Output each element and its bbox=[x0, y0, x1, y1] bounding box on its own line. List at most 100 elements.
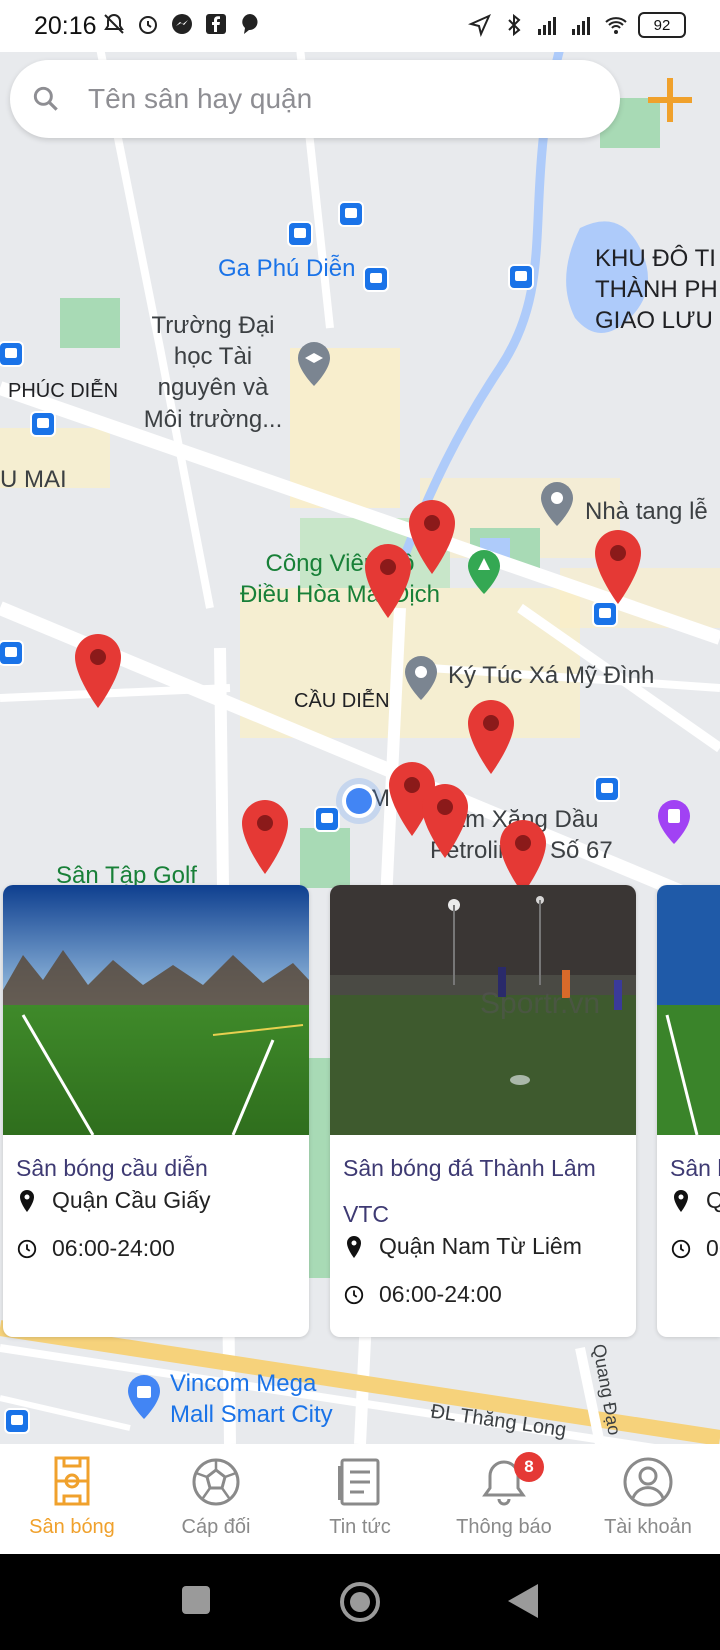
mute-icon bbox=[104, 13, 124, 34]
bus-stop-icon[interactable] bbox=[32, 413, 54, 435]
field-photo: Sportr.vn bbox=[330, 885, 636, 1135]
search-input[interactable] bbox=[86, 82, 610, 116]
card-hours-row: 06:00-24:00 bbox=[16, 1235, 175, 1262]
chat-bubble-icon bbox=[242, 14, 258, 34]
card-district: Quận Nam Từ Liêm bbox=[379, 1233, 582, 1259]
clock-icon bbox=[671, 1239, 691, 1258]
map-label-phuc-dien: PHÚC DIỄN bbox=[8, 380, 119, 402]
map-label-nha-tang-le: Nhà tang lễ bbox=[585, 498, 708, 525]
field-pin-icon[interactable] bbox=[407, 498, 457, 576]
add-field-button[interactable] bbox=[640, 70, 700, 130]
field-icon bbox=[54, 1456, 90, 1506]
news-icon bbox=[338, 1458, 380, 1506]
bus-stop-icon[interactable] bbox=[365, 268, 387, 290]
photo-watermark: Sportr.vn bbox=[480, 987, 600, 1020]
soccer-ball-icon bbox=[192, 1458, 240, 1506]
location-pin-icon bbox=[347, 1235, 361, 1258]
search-icon bbox=[33, 86, 58, 111]
bus-stop-icon[interactable] bbox=[340, 203, 362, 225]
shopping-marker-icon[interactable] bbox=[125, 1373, 163, 1421]
card-district: Quận Cầu Giấy bbox=[52, 1187, 211, 1213]
field-pin-icon[interactable] bbox=[593, 528, 643, 606]
place-marker-icon[interactable] bbox=[538, 480, 576, 528]
bus-stop-icon[interactable] bbox=[316, 808, 338, 830]
card-hours: 06:00-24:00 bbox=[379, 1281, 502, 1307]
system-icons: 92 bbox=[468, 12, 686, 38]
nav-label: Tài khoản bbox=[604, 1516, 692, 1538]
map-label-ga-phu-dien: Ga Phú Diễn bbox=[218, 255, 356, 282]
status-bar: 20:16 92 bbox=[0, 0, 720, 52]
wifi-icon bbox=[605, 17, 627, 34]
search-bar[interactable] bbox=[10, 60, 620, 138]
messenger-icon bbox=[172, 14, 192, 34]
card-title: Sân bóng đá Thành Lâm VTC bbox=[343, 1155, 596, 1227]
system-navigation-bar bbox=[0, 1554, 720, 1650]
bus-stop-icon[interactable] bbox=[0, 642, 22, 664]
home-button[interactable] bbox=[338, 1580, 382, 1624]
map-label-vincom: Vincom Mega Mall Smart City bbox=[170, 1370, 333, 1429]
bluetooth-icon bbox=[508, 13, 521, 37]
field-photo bbox=[3, 885, 309, 1135]
nav-item-tin-tuc[interactable]: Tin tức bbox=[288, 1444, 432, 1554]
bottom-navigation: Sân bóng Cáp đối Tin tức 8 Thông báo Tài… bbox=[0, 1444, 720, 1554]
recent-apps-button[interactable] bbox=[180, 1584, 212, 1616]
facebook-icon bbox=[206, 14, 226, 34]
nav-item-cap-doi[interactable]: Cáp đối bbox=[144, 1444, 288, 1554]
signal-icon bbox=[572, 17, 590, 35]
field-card[interactable]: Sportr.vn Sân bóng đá Thành Lâm VTC Quận… bbox=[330, 885, 636, 1337]
field-pin-icon[interactable] bbox=[363, 542, 413, 620]
card-district-row: Quận Cầu Giấy bbox=[16, 1187, 211, 1214]
alarm-icon bbox=[139, 16, 157, 34]
nav-label: Sân bóng bbox=[29, 1516, 115, 1538]
clock-icon bbox=[344, 1285, 364, 1304]
location-arrow-icon bbox=[468, 14, 491, 37]
card-hours-row: 06:00-24:00 bbox=[343, 1281, 502, 1308]
nav-label: Cáp đối bbox=[181, 1516, 251, 1538]
bus-stop-icon[interactable] bbox=[594, 603, 616, 625]
card-district-row: Quận Nam Từ Liêm bbox=[343, 1233, 582, 1260]
nav-label: Tin tức bbox=[329, 1516, 391, 1538]
back-button[interactable] bbox=[506, 1582, 540, 1620]
card-hours-row: 06 bbox=[670, 1235, 720, 1262]
card-title: Sân b bbox=[670, 1155, 720, 1181]
clock-icon bbox=[17, 1239, 37, 1258]
location-pin-icon bbox=[20, 1189, 34, 1212]
field-pin-icon[interactable] bbox=[420, 782, 470, 860]
bus-stop-icon[interactable] bbox=[0, 343, 22, 365]
signal-icon bbox=[538, 17, 556, 35]
school-marker-icon[interactable] bbox=[295, 340, 333, 388]
place-marker-icon[interactable] bbox=[402, 654, 440, 702]
field-pin-icon[interactable] bbox=[240, 798, 290, 876]
card-district-row: Qu bbox=[670, 1187, 720, 1214]
current-location-dot bbox=[346, 788, 372, 814]
map-label-khu-do-thi: KHU ĐÔ TI THÀNH PH GIAO LƯU bbox=[595, 245, 718, 335]
card-hours: 06 bbox=[706, 1235, 720, 1261]
card-district: Qu bbox=[706, 1187, 720, 1213]
bus-stop-icon[interactable] bbox=[510, 266, 532, 288]
location-pin-icon bbox=[674, 1189, 688, 1212]
nav-item-san-bong[interactable]: Sân bóng bbox=[0, 1444, 144, 1554]
map-label-ky-tuc-xa: Ký Túc Xá Mỹ Đình bbox=[448, 662, 655, 689]
status-time: 20:16 bbox=[34, 12, 97, 40]
field-card[interactable]: Sân bóng cầu diễn Quận Cầu Giấy 06:00-24… bbox=[3, 885, 309, 1337]
nav-item-tai-khoan[interactable]: Tài khoản bbox=[576, 1444, 720, 1554]
gas-station-marker-icon[interactable] bbox=[655, 798, 693, 846]
field-pin-icon[interactable] bbox=[73, 632, 123, 710]
notification-badge: 8 bbox=[514, 1452, 544, 1482]
field-photo bbox=[657, 885, 720, 1135]
battery-icon: 92 bbox=[638, 12, 686, 38]
map-label-cau-dien: CẦU DIỄN bbox=[294, 690, 390, 712]
nav-label: Thông báo bbox=[456, 1516, 552, 1538]
map-label-truong-dai-hoc: Trường Đại học Tài nguyên và Môi trường.… bbox=[143, 312, 283, 433]
field-card[interactable]: Sân b Qu 06 bbox=[657, 885, 720, 1337]
nav-item-thong-bao[interactable]: 8 Thông báo bbox=[432, 1444, 576, 1554]
account-icon bbox=[623, 1457, 673, 1507]
bus-stop-icon[interactable] bbox=[6, 1410, 28, 1432]
card-title: Sân bóng cầu diễn bbox=[16, 1155, 208, 1181]
bus-stop-icon[interactable] bbox=[289, 223, 311, 245]
bus-stop-icon[interactable] bbox=[596, 778, 618, 800]
field-pin-icon[interactable] bbox=[466, 698, 516, 776]
map-label-u-mai: U MAI bbox=[0, 466, 67, 493]
park-marker-icon[interactable] bbox=[465, 548, 503, 596]
notification-icons bbox=[102, 12, 262, 36]
